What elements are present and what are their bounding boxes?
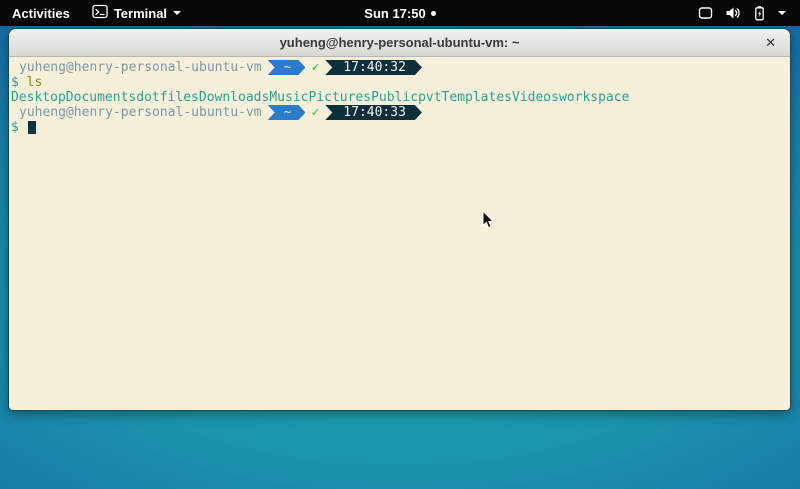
dir-entry: Pictures: [308, 90, 371, 105]
terminal-content[interactable]: yuheng@henry-personal-ubuntu-vm ~ ✓ 17:4…: [9, 57, 790, 410]
prompt-time-segment: 17:40:33: [325, 105, 422, 120]
dir-entry: Downloads: [199, 90, 269, 105]
volume-icon: [725, 6, 741, 20]
dir-entry: Videos: [512, 90, 559, 105]
prompt-line: yuheng@henry-personal-ubuntu-vm ~ ✓ 17:4…: [11, 60, 786, 75]
window-title: yuheng@henry-personal-ubuntu-vm: ~: [280, 35, 520, 50]
terminal-app-icon: [92, 4, 108, 22]
prompt-status-check: ✓: [311, 60, 319, 75]
prompt-cwd-segment: ~: [268, 60, 306, 75]
dir-entry: Desktop: [11, 90, 66, 105]
activities-button[interactable]: Activities: [0, 0, 82, 26]
ls-output-line: Desktop Documents dotfiles Downloads Mus…: [11, 90, 786, 105]
prompt-user-host: yuheng@henry-personal-ubuntu-vm: [19, 105, 262, 120]
prompt-time-segment: 17:40:32: [325, 60, 422, 75]
dir-entry: workspace: [559, 90, 629, 105]
dir-entry: dotfiles: [136, 90, 199, 105]
system-menu-chevron-down-icon: [778, 11, 786, 15]
terminal-window: yuheng@henry-personal-ubuntu-vm: ~ ✕ yuh…: [8, 28, 791, 411]
terminal-cursor: [28, 121, 36, 134]
spacer: [19, 120, 27, 135]
prompt-symbol: $: [11, 120, 19, 135]
activities-label: Activities: [12, 6, 70, 21]
battery-charging-icon: [753, 5, 766, 21]
prompt-status-check: ✓: [311, 105, 319, 120]
chevron-down-icon: [173, 11, 181, 15]
dir-entry: Documents: [66, 90, 136, 105]
dir-entry: pvt: [418, 90, 441, 105]
dir-entry: Templates: [442, 90, 512, 105]
prompt-cwd-segment: ~: [268, 105, 306, 120]
notification-dot-icon: [431, 11, 436, 16]
gnome-top-bar: Activities Terminal Sun 17:50: [0, 0, 800, 26]
app-menu-label: Terminal: [114, 6, 167, 21]
dir-entry: Music: [269, 90, 308, 105]
window-titlebar[interactable]: yuheng@henry-personal-ubuntu-vm: ~ ✕: [9, 29, 790, 57]
spacer: [19, 75, 27, 90]
system-status-menu[interactable]: [690, 0, 794, 26]
close-icon[interactable]: ✕: [762, 29, 779, 56]
clock-button[interactable]: Sun 17:50: [364, 6, 435, 21]
prompt-line: yuheng@henry-personal-ubuntu-vm ~ ✓ 17:4…: [11, 105, 786, 120]
desktop-background: yuheng@henry-personal-ubuntu-vm: ~ ✕ yuh…: [0, 26, 800, 489]
dir-entry: Public: [371, 90, 418, 105]
input-line: $: [11, 120, 786, 135]
command-text: ls: [27, 75, 43, 90]
prompt-symbol: $: [11, 75, 19, 90]
clock-label: Sun 17:50: [364, 6, 425, 21]
prompt-user-host: yuheng@henry-personal-ubuntu-vm: [19, 60, 262, 75]
screen-share-icon: [698, 6, 713, 20]
command-line: $ ls: [11, 75, 786, 90]
app-menu-terminal[interactable]: Terminal: [82, 0, 191, 26]
